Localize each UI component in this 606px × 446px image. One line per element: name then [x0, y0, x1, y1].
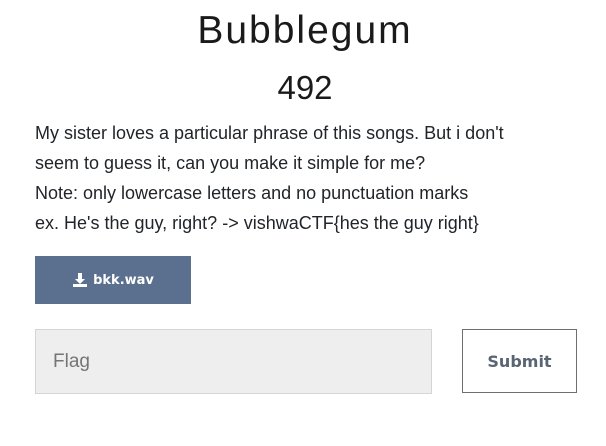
description-line: seem to guess it, can you make it simple…	[35, 153, 426, 173]
submit-button[interactable]: Submit	[462, 329, 577, 393]
description-line: ex. He's the guy, right? -> vishwaCTF{he…	[35, 213, 479, 233]
challenge-points: 492	[277, 69, 333, 106]
download-file-button[interactable]: bkk.wav	[35, 256, 191, 304]
description-line: My sister loves a particular phrase of t…	[35, 123, 504, 143]
challenge-title: Bubblegum	[197, 9, 413, 52]
description-line: Note: only lowercase letters and no punc…	[35, 183, 469, 203]
file-name: bkk.wav	[93, 272, 154, 288]
challenge-description: My sister loves a particular phrase of t…	[35, 118, 595, 238]
flag-input[interactable]	[35, 329, 432, 394]
download-icon	[73, 273, 88, 287]
